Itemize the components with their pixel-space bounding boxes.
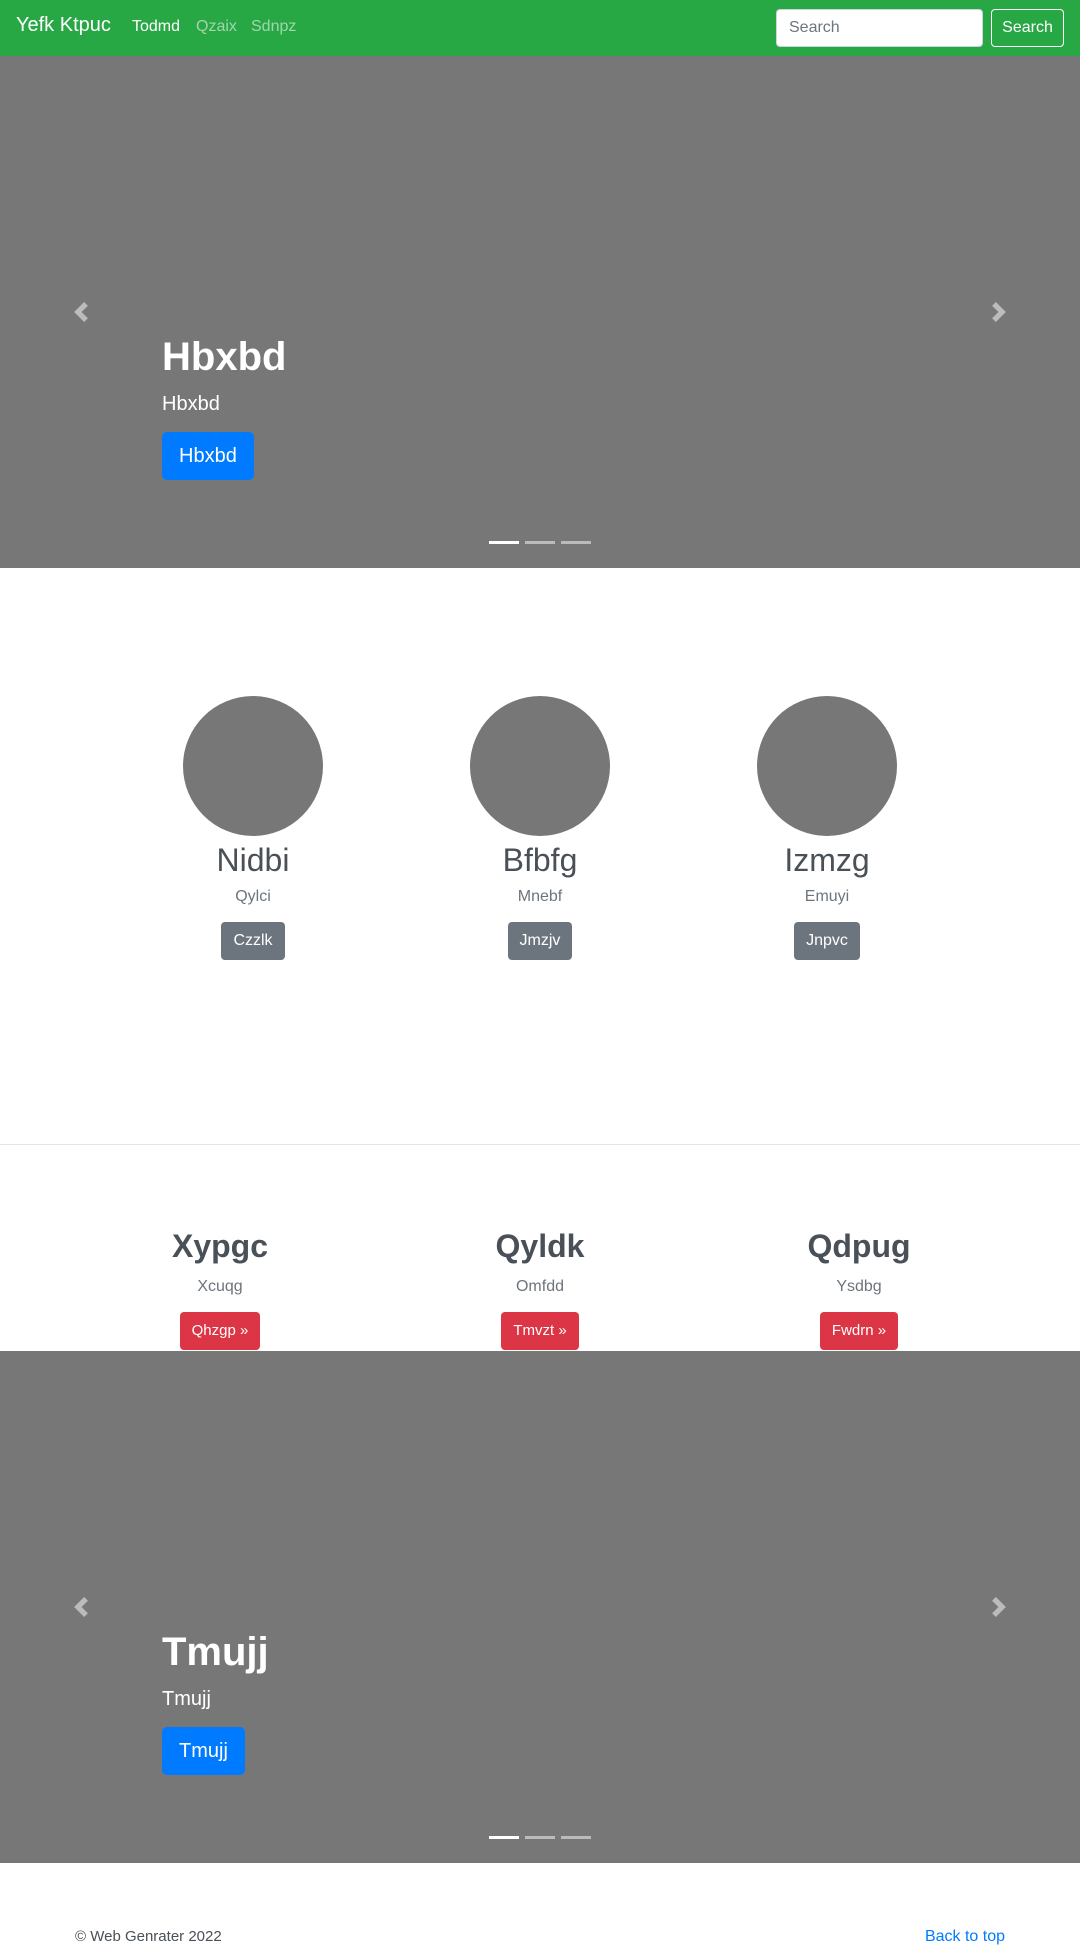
feature-button[interactable]: Qhzgp » — [179, 1312, 261, 1350]
feature-item: Xypgc Xcuqg Qhzgp » — [70, 1224, 370, 1350]
carousel-prev-button[interactable] — [0, 1351, 162, 1863]
marketing-item: Bfbfg Mnebf Jmzjv — [405, 696, 675, 960]
feature-text: Omfdd — [515, 1278, 564, 1295]
feature-button[interactable]: Tmvzt » — [501, 1312, 579, 1350]
carousel-text: Tmujj — [162, 1688, 211, 1710]
marketing-button[interactable]: Jmzjv — [507, 922, 573, 960]
footer-copyright: © Web Genrater 2022 — [75, 1928, 222, 1945]
feature-text: Ysdbg — [836, 1278, 882, 1295]
placeholder-image — [470, 696, 610, 836]
back-to-top-link[interactable]: Back to top — [925, 1928, 1005, 1946]
carousel-indicator[interactable] — [525, 541, 555, 544]
carousel-indicator[interactable] — [489, 541, 519, 544]
search-input[interactable] — [776, 9, 983, 47]
feature-button[interactable]: Fwdrn » — [819, 1312, 899, 1350]
carousel-cta-button[interactable]: Tmujj — [162, 1727, 245, 1775]
carousel-prev-button[interactable] — [0, 56, 162, 568]
chevron-right-icon — [992, 302, 1006, 322]
carousel-indicator[interactable] — [561, 1836, 591, 1839]
marketing-heading: Izmzg — [784, 842, 870, 878]
feature-heading: Qdpug — [807, 1228, 911, 1264]
carousel-caption: Hbxbd Hbxbd Hbxbd — [162, 333, 286, 480]
marketing-text: Qylci — [235, 888, 271, 905]
carousel-heading: Tmujj — [162, 1630, 269, 1674]
chevron-left-icon — [74, 302, 88, 322]
carousel-text: Hbxbd — [162, 393, 220, 415]
carousel-next-button[interactable] — [918, 56, 1080, 568]
carousel-cta-button[interactable]: Hbxbd — [162, 432, 254, 480]
search-button[interactable]: Search — [991, 9, 1064, 47]
feature-item: Qyldk Omfdd Tmvzt » — [390, 1224, 690, 1350]
nav-link-qzaix[interactable]: Qzaix — [196, 18, 237, 36]
carousel-indicator[interactable] — [561, 541, 591, 544]
hero-carousel: Hbxbd Hbxbd Hbxbd — [0, 56, 1080, 568]
marketing-heading: Nidbi — [216, 842, 290, 878]
feature-item: Qdpug Ysdbg Fwdrn » — [709, 1224, 1009, 1350]
navbar-brand[interactable]: Yefk Ktpuc — [16, 14, 111, 37]
placeholder-image — [183, 696, 323, 836]
marketing-button[interactable]: Czzlk — [221, 922, 285, 960]
feature-text: Xcuqg — [197, 1278, 243, 1295]
marketing-item: Izmzg Emuyi Jnpvc — [692, 696, 962, 960]
chevron-left-icon — [74, 1597, 88, 1617]
carousel-heading: Hbxbd — [162, 335, 287, 379]
marketing-heading: Bfbfg — [502, 842, 578, 878]
carousel-next-button[interactable] — [918, 1351, 1080, 1863]
navbar: Yefk Ktpuc Todmd Qzaix Sdnpz Search — [0, 0, 1080, 56]
section-divider — [0, 1144, 1080, 1145]
feature-heading: Qyldk — [495, 1228, 585, 1264]
nav-link-todmd[interactable]: Todmd — [132, 18, 180, 36]
secondary-carousel: Tmujj Tmujj Tmujj — [0, 1351, 1080, 1863]
carousel-indicators — [0, 1836, 1080, 1839]
feature-heading: Xypgc — [171, 1228, 269, 1264]
placeholder-image — [757, 696, 897, 836]
nav-link-sdnpz[interactable]: Sdnpz — [251, 18, 296, 36]
carousel-caption: Tmujj Tmujj Tmujj — [162, 1628, 269, 1775]
marketing-item: Nidbi Qylci Czzlk — [118, 696, 388, 960]
marketing-button[interactable]: Jnpvc — [794, 922, 860, 960]
carousel-indicators — [0, 541, 1080, 544]
carousel-indicator[interactable] — [489, 1836, 519, 1839]
chevron-right-icon — [992, 1597, 1006, 1617]
marketing-text: Emuyi — [804, 888, 850, 905]
marketing-text: Mnebf — [517, 888, 563, 905]
carousel-indicator[interactable] — [525, 1836, 555, 1839]
